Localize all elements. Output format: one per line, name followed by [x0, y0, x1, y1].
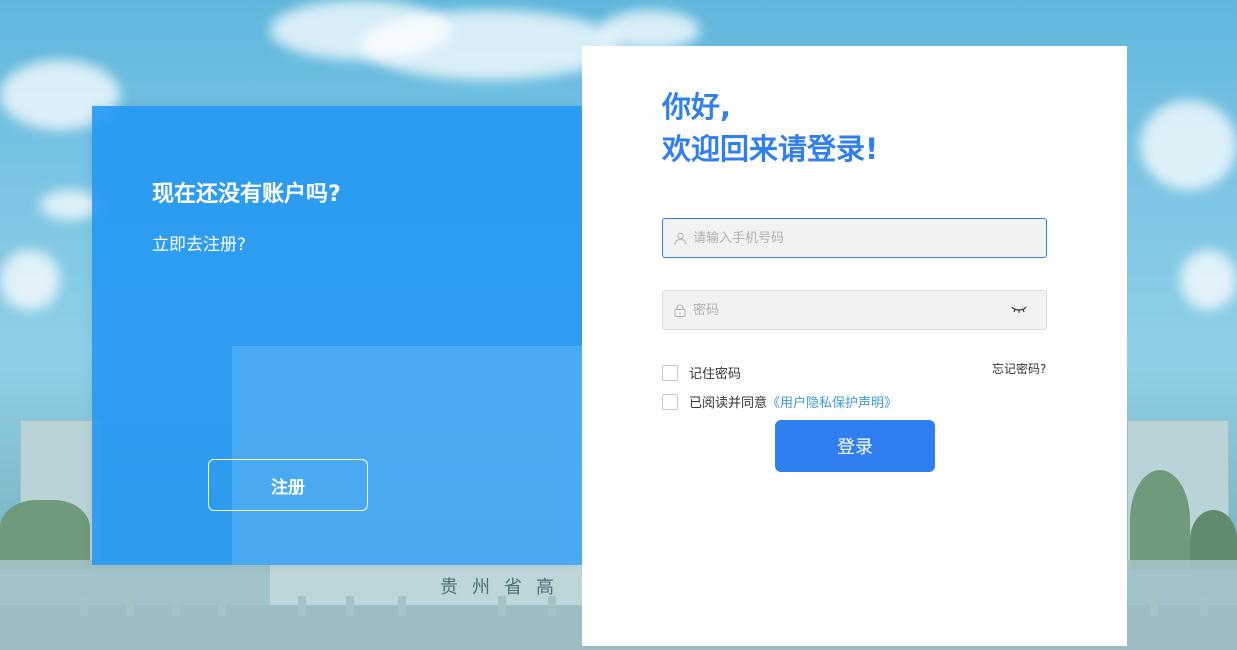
register-button[interactable]: 注册	[208, 459, 368, 511]
panel-building-overlay	[232, 346, 582, 565]
lock-icon	[673, 303, 687, 317]
phone-field[interactable]	[662, 218, 1047, 258]
password-field[interactable]	[662, 290, 1047, 330]
bollard	[1200, 596, 1208, 616]
cloud	[40, 190, 100, 220]
remember-row: 记住密码	[662, 363, 741, 382]
forgot-password-link[interactable]: 忘记密码?	[992, 360, 1046, 377]
building-inscription: 贵州省高	[440, 577, 568, 598]
phone-input[interactable]	[693, 230, 1046, 246]
login-greeting: 你好, 欢迎回来请登录!	[662, 86, 878, 170]
bollard	[398, 596, 406, 616]
bollard	[218, 596, 226, 616]
login-button[interactable]: 登录	[775, 420, 935, 472]
bollard	[172, 596, 180, 616]
greeting-line-1: 你好,	[662, 90, 732, 124]
register-subtitle: 立即去注册?	[152, 235, 247, 255]
bollard	[298, 596, 306, 616]
remember-checkbox[interactable]	[662, 364, 678, 381]
user-icon	[673, 231, 687, 245]
bollard	[1150, 596, 1158, 616]
bollard	[346, 596, 354, 616]
bollard	[126, 596, 134, 616]
register-title: 现在还没有账户吗?	[152, 182, 341, 207]
login-panel: 你好, 欢迎回来请登录! 请输入手机号码 记住密码 忘记密码? 已阅读并同意 《…	[582, 46, 1127, 646]
greeting-line-2: 欢迎回来请登录!	[662, 132, 879, 166]
agreement-row: 已阅读并同意 《用户隐私保护声明》	[662, 392, 897, 411]
tree-right	[1130, 470, 1190, 570]
cloud	[360, 10, 620, 80]
privacy-policy-link[interactable]: 《用户隐私保护声明》	[767, 392, 897, 411]
bollard	[498, 596, 506, 616]
remember-label: 记住密码	[689, 367, 742, 382]
cloud	[0, 250, 60, 310]
cloud	[1140, 100, 1237, 190]
eye-closed-icon[interactable]	[1010, 303, 1028, 317]
cloud	[1180, 250, 1237, 310]
agreement-checkbox[interactable]	[662, 393, 678, 410]
cloud	[600, 10, 700, 50]
register-panel: 现在还没有账户吗? 立即去注册? 注册	[92, 106, 582, 565]
bollard	[548, 596, 556, 616]
password-input[interactable]	[693, 302, 1010, 318]
bollard	[80, 596, 88, 616]
agreement-prefix: 已阅读并同意	[689, 396, 768, 411]
